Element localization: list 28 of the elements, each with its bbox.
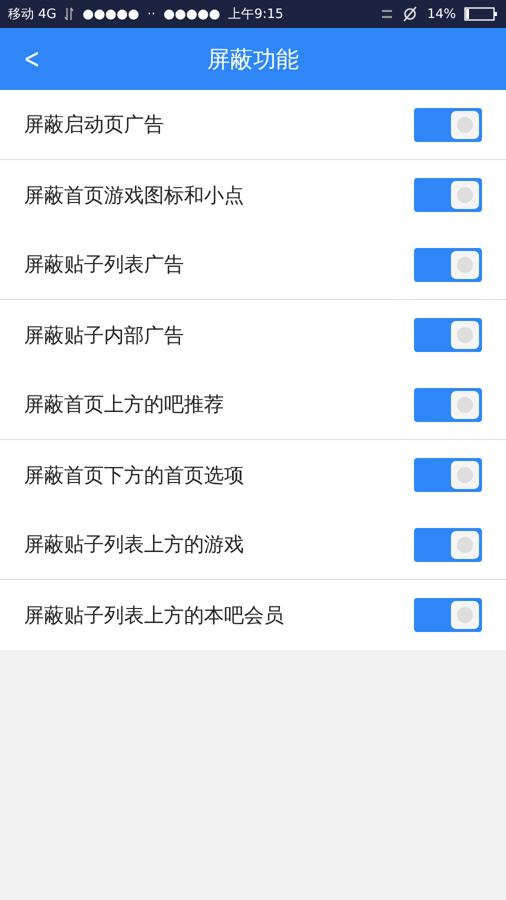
setting-label: 屏蔽贴子列表广告 bbox=[24, 251, 185, 278]
toggle-switch[interactable] bbox=[414, 458, 482, 492]
setting-label: 屏蔽启动页广告 bbox=[24, 111, 165, 138]
alarm-off-icon bbox=[401, 6, 420, 22]
setting-label: 屏蔽贴子内部广告 bbox=[24, 322, 185, 348]
setting-label: 屏蔽首页下方的首页选项 bbox=[24, 462, 245, 488]
setting-label: 屏蔽首页上方的吧推荐 bbox=[24, 391, 225, 418]
toggle-switch[interactable] bbox=[414, 178, 482, 212]
signal-dots: ·· bbox=[147, 6, 156, 22]
toggle-switch[interactable] bbox=[414, 528, 482, 562]
network-speed-icon bbox=[381, 8, 394, 20]
toggle-switch[interactable] bbox=[414, 388, 482, 422]
signal-dots: ●●●●● bbox=[163, 6, 220, 22]
clock: 上午9:15 bbox=[228, 6, 284, 23]
setting-label: 屏蔽贴子列表上方的本吧会员 bbox=[24, 602, 285, 628]
back-button[interactable]: < bbox=[19, 42, 44, 76]
toggle-switch[interactable] bbox=[414, 248, 482, 282]
page-title: 屏蔽功能 bbox=[207, 46, 299, 74]
battery-percent: 14% bbox=[427, 6, 456, 22]
toggle-switch[interactable] bbox=[414, 318, 482, 352]
data-arrows-icon bbox=[64, 7, 74, 21]
carrier-label: 移动 4G bbox=[8, 6, 56, 23]
battery-icon bbox=[464, 7, 498, 21]
toggle-switch[interactable] bbox=[414, 598, 482, 632]
setting-label: 屏蔽贴子列表上方的游戏 bbox=[24, 531, 245, 558]
signal-dots: ●●●●● bbox=[82, 6, 140, 22]
setting-label: 屏蔽首页游戏图标和小点 bbox=[24, 182, 245, 208]
toggle-switch[interactable] bbox=[414, 108, 482, 142]
